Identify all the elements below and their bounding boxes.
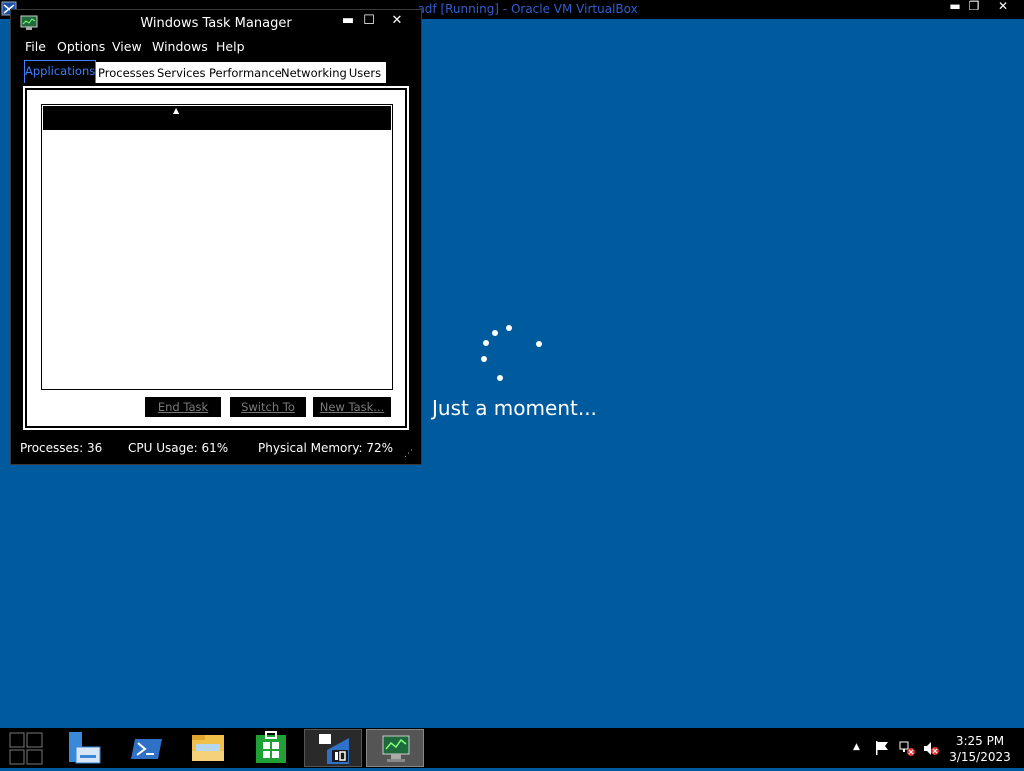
menu-help[interactable]: Help	[216, 39, 245, 54]
menu-windows[interactable]: Windows	[152, 39, 208, 54]
start-icon	[9, 732, 43, 765]
tab-strip: Applications Processes Services Performa…	[24, 60, 386, 84]
virtualbox-window-title: ...adf [Running] - Oracle VM VirtualBox	[406, 2, 638, 16]
taskbar-file-explorer[interactable]	[180, 729, 238, 767]
tab-performance[interactable]: Performance	[209, 62, 282, 84]
taskbar-powershell[interactable]	[118, 729, 176, 767]
system-clock[interactable]: 3:25 PM 3/15/2023	[945, 733, 1015, 765]
spinner-dot	[506, 325, 512, 331]
resize-grip-icon[interactable]: ⋰	[404, 449, 413, 459]
action-center-flag-icon[interactable]	[874, 740, 890, 756]
store-icon	[256, 731, 286, 763]
taskbar-server-manager[interactable]	[58, 729, 116, 767]
spinner-dot	[483, 340, 489, 346]
start-button[interactable]	[0, 729, 58, 767]
applications-list[interactable]: ▲	[41, 104, 393, 390]
file-explorer-icon	[192, 735, 224, 761]
tab-processes[interactable]: Processes	[98, 62, 155, 84]
new-task-button[interactable]: New Task...	[312, 396, 392, 418]
taskbar-task-manager[interactable]	[366, 729, 424, 767]
loading-spinner	[474, 318, 554, 388]
windows-10-setup-icon	[319, 734, 349, 764]
tab-services[interactable]: Services	[157, 62, 206, 84]
close-button[interactable]: ✕	[387, 13, 407, 29]
task-manager-window: Windows Task Manager ▬ ☐ ✕ File Options …	[10, 9, 422, 465]
menu-bar: File Options View Windows Help	[11, 37, 421, 57]
server-manager-icon	[69, 732, 101, 764]
physical-memory: Physical Memory: 72%	[258, 441, 394, 455]
applications-panel: ▲ End Task Switch To New Task...	[20, 83, 412, 433]
tab-users[interactable]: Users	[347, 62, 383, 84]
sort-ascending-icon: ▲	[173, 106, 180, 115]
clock-time: 3:25 PM	[955, 734, 1005, 748]
spinner-dot	[497, 375, 503, 381]
spinner-dot	[492, 330, 498, 336]
spinner-dot	[481, 356, 487, 362]
tab-networking[interactable]: Networking	[281, 62, 347, 84]
minimize-button[interactable]: ▬	[338, 13, 358, 29]
menu-file[interactable]: File	[25, 39, 46, 54]
restore-icon[interactable]: ❐	[962, 0, 986, 14]
close-icon[interactable]: ✕	[991, 0, 1015, 14]
loading-message: Just a moment...	[432, 396, 597, 420]
maximize-button[interactable]: ☐	[359, 13, 379, 29]
taskbar-windows-10-setup[interactable]	[304, 729, 362, 767]
menu-options[interactable]: Options	[57, 39, 105, 54]
taskbar-store[interactable]	[242, 729, 300, 767]
powershell-icon	[131, 739, 162, 759]
panel-frame: ▲ End Task Switch To New Task...	[25, 88, 407, 428]
taskbar	[0, 728, 1024, 768]
network-error-icon[interactable]	[898, 740, 916, 757]
end-task-button[interactable]: End Task	[144, 396, 222, 418]
task-manager-icon	[382, 735, 410, 762]
tab-applications[interactable]: Applications	[24, 60, 96, 84]
process-count: Processes: 36	[20, 441, 103, 455]
cpu-usage: CPU Usage: 61%	[128, 441, 229, 455]
spinner-dot	[536, 341, 542, 347]
list-column-header[interactable]: ▲	[43, 106, 391, 130]
switch-to-button[interactable]: Switch To	[229, 396, 307, 418]
volume-muted-icon[interactable]	[922, 740, 940, 757]
status-bar: Processes: 36 CPU Usage: 61% Physical Me…	[11, 435, 421, 463]
clock-date: 3/15/2023	[949, 750, 1011, 764]
menu-view[interactable]: View	[112, 39, 142, 54]
show-hidden-icons-icon[interactable]: ▲	[853, 742, 860, 752]
